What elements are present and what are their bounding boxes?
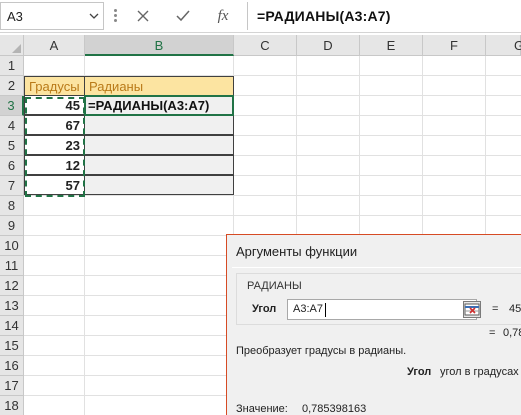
column-header-g[interactable]: G [486,35,521,56]
cancel-button[interactable] [128,2,158,30]
name-box[interactable]: A3 [0,2,104,30]
argument-help-name: Угол [407,366,432,378]
row-header-16[interactable]: 16 [0,356,24,376]
formula-text: =РАДИАНЫ(A3:A7) [257,8,391,24]
column-header-f[interactable]: F [423,35,486,56]
argument-result: 45 [509,303,521,315]
enter-button[interactable] [168,2,198,30]
column-header-d[interactable]: D [297,35,360,56]
row-header-13[interactable]: 13 [0,296,24,316]
name-box-value: A3 [7,9,23,24]
row-header-1[interactable]: 1 [0,56,24,76]
row-header-17[interactable]: 17 [0,376,24,396]
text-caret [325,303,326,317]
column-header-a[interactable]: A [24,35,85,56]
select-all-button[interactable] [0,35,24,56]
row-header-3[interactable]: 3 [0,96,24,116]
splitter-handle[interactable] [113,7,119,25]
column-header-e[interactable]: E [360,35,423,56]
argument-input-value: A3:A7 [293,303,323,315]
row-header-10[interactable]: 10 [0,236,24,256]
degrees-cell[interactable]: 23 [24,135,85,155]
column-header-b[interactable]: B [85,35,234,56]
degrees-cell[interactable]: 12 [24,155,85,175]
function-name: РАДИАНЫ [246,280,303,292]
function-arguments-dialog: Аргументы функции РАДИАНЫ Угол A3:A7 = 4… [226,234,521,415]
formula-input[interactable]: =РАДИАНЫ(A3:A7) [247,2,521,30]
row-header-12[interactable]: 12 [0,276,24,296]
column-header-c[interactable]: C [234,35,297,56]
row-header-8[interactable]: 8 [0,196,24,216]
collapse-dialog-button[interactable] [463,301,481,318]
row-header-9[interactable]: 9 [0,216,24,236]
insert-function-button[interactable]: fx [208,2,238,30]
radians-cell[interactable] [84,155,234,175]
radians-cell[interactable] [84,135,234,155]
checkmark-icon [176,10,190,22]
row-header-11[interactable]: 11 [0,256,24,276]
radians-cell[interactable] [84,115,234,135]
close-icon [137,10,149,22]
argument-group: РАДИАНЫ Угол A3:A7 = 45 [236,273,521,325]
dialog-title: Аргументы функции [236,244,358,259]
row-header-4[interactable]: 4 [0,116,24,136]
row-header-14[interactable]: 14 [0,316,24,336]
function-result: 0,78 [503,327,521,339]
value-result: 0,785398163 [302,403,367,415]
range-selector-icon [464,303,480,316]
argument-equals: = [492,303,499,315]
header-cell-degrees[interactable]: Градусы [24,76,85,96]
degrees-cell[interactable]: 45 [24,95,85,115]
active-cell-formula[interactable]: =РАДИАНЫ(A3:A7) [84,95,234,116]
row-header-15[interactable]: 15 [0,336,24,356]
row-header-7[interactable]: 7 [0,176,24,196]
argument-input[interactable]: A3:A7 [287,299,477,320]
argument-label: Угол [252,303,277,315]
header-cell-radians[interactable]: Радианы [84,76,234,96]
degrees-cell[interactable]: 57 [24,175,85,195]
degrees-cell[interactable]: 67 [24,115,85,135]
row-header-18[interactable]: 18 [0,396,24,415]
row-header-6[interactable]: 6 [0,156,24,176]
function-icon: fx [217,7,229,24]
row-header-2[interactable]: 2 [0,76,24,96]
argument-help-text: угол в градусах [440,366,519,378]
function-description: Преобразует градусы в радианы. [236,345,407,357]
chevron-down-icon[interactable] [88,9,100,23]
result-equals: = [489,327,496,339]
radians-cell[interactable] [84,175,234,195]
row-header-5[interactable]: 5 [0,136,24,156]
value-label: Значение: [236,403,288,415]
formula-bar: A3 fx =РАДИАНЫ(A3:A7) [0,0,521,33]
